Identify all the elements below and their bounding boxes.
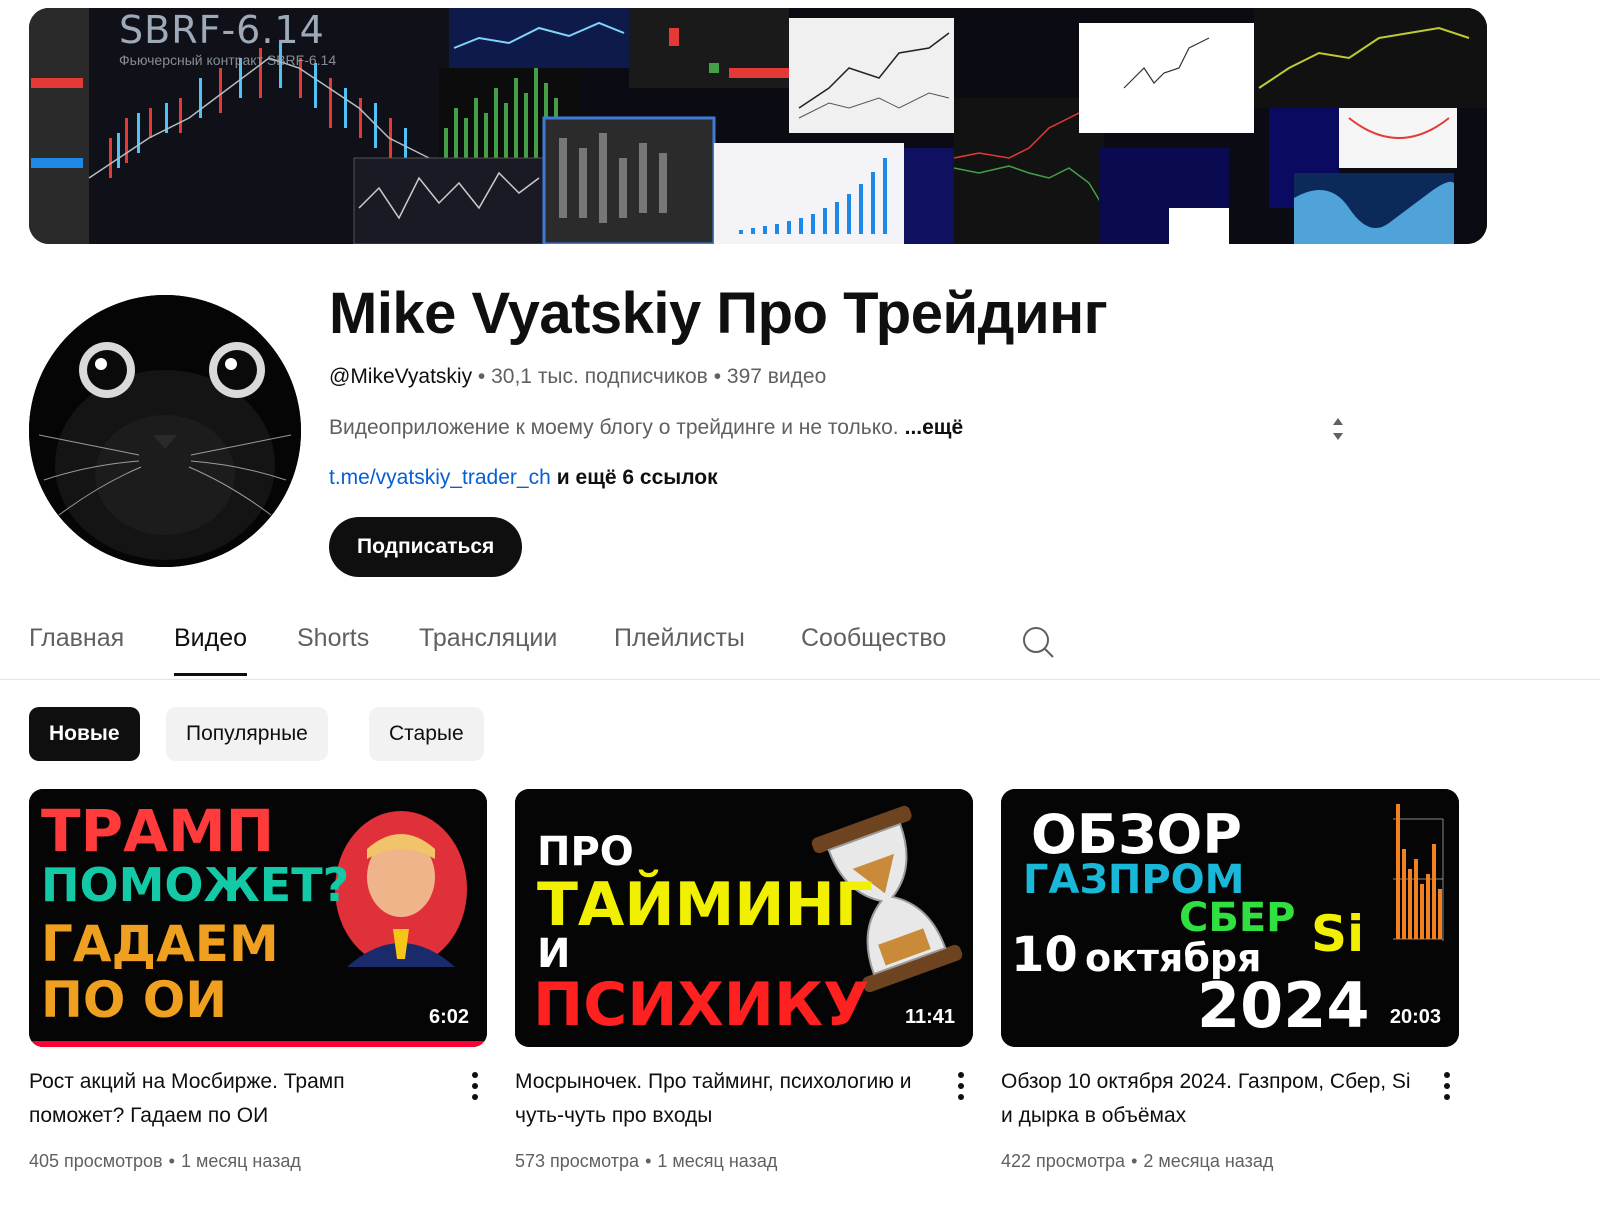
meta-separator: • [168, 1151, 175, 1171]
thumbnail-line2: ПОМОЖЕТ? [41, 858, 349, 912]
video-meta: 422 просмотра • 2 месяца назад [1001, 1151, 1273, 1172]
thumbnail-line4: ПСИХИКУ [533, 970, 869, 1040]
thumbnail-si: Si [1311, 905, 1364, 963]
banner-ticker: SBRF-6.14 [119, 8, 325, 52]
view-count: 405 просмотров [29, 1151, 163, 1171]
thumbnail-line1: ТРАМП [41, 797, 274, 865]
more-links-button[interactable]: и ещё 6 ссылок [557, 466, 718, 489]
video-card[interactable]: ПРО ТАЙМИНГ И ПСИХИКУ 11:41 Мосрыночек. … [515, 789, 975, 1171]
upload-age: 1 месяц назад [180, 1151, 301, 1171]
chip-newest[interactable]: Новые [29, 707, 140, 761]
search-icon[interactable] [1020, 624, 1056, 660]
three-dots-icon[interactable] [957, 1071, 965, 1101]
video-card[interactable]: ОБЗОР ГАЗПРОМ СБЕР Si 10 октября 2024 20… [1001, 789, 1461, 1171]
video-thumbnail[interactable]: ОБЗОР ГАЗПРОМ СБЕР Si 10 октября 2024 20… [1001, 789, 1459, 1047]
video-card[interactable]: ТРАМП ПОМОЖЕТ? ГАДАЕМ ПО ОИ 6:02 Рост ак… [29, 789, 489, 1171]
thumbnail-line3: ГАДАЕМ [41, 915, 279, 973]
chip-popular[interactable]: Популярные [166, 707, 328, 761]
subscriber-count: 30,1 тыс. подписчиков [491, 365, 708, 388]
video-thumbnail[interactable]: ТРАМП ПОМОЖЕТ? ГАДАЕМ ПО ОИ 6:02 [29, 789, 487, 1047]
tab-videos[interactable]: Видео [174, 624, 248, 676]
meta-separator: • [645, 1151, 652, 1171]
subscribe-button[interactable]: Подписаться [329, 517, 523, 577]
meta-separator: • [713, 365, 722, 388]
channel-meta: @MikeVyatskiy • 30,1 тыс. подписчиков • … [329, 363, 826, 391]
tab-live[interactable]: Трансляции [419, 624, 557, 676]
video-title[interactable]: Мосрыночек. Про тайминг, психологию и чу… [515, 1065, 925, 1133]
video-count: 397 видео [726, 365, 827, 388]
video-meta: 573 просмотра • 1 месяц назад [515, 1151, 777, 1172]
chip-oldest[interactable]: Старые [369, 707, 484, 761]
watch-progress-bar [29, 1041, 487, 1047]
view-count: 422 просмотра [1001, 1151, 1126, 1171]
three-dots-icon[interactable] [1443, 1071, 1451, 1101]
tab-playlists[interactable]: Плейлисты [614, 624, 745, 676]
video-title[interactable]: Обзор 10 октября 2024. Газпром, Сбер, Si… [1001, 1065, 1411, 1133]
tab-community[interactable]: Сообщество [801, 624, 946, 676]
thumbnail-year: 2024 [1197, 969, 1370, 1042]
sort-arrows-icon [1333, 418, 1343, 440]
meta-separator: • [477, 365, 486, 388]
thumbnail-line3: СБЕР [1179, 895, 1295, 941]
video-duration: 11:41 [904, 1006, 955, 1028]
upload-age: 1 месяц назад [657, 1151, 778, 1171]
description-text: Видеоприложение к моему блогу о трейдинг… [329, 416, 899, 439]
channel-name: Mike Vyatskiy Про Трейдинг [329, 281, 1108, 346]
three-dots-icon[interactable] [471, 1071, 479, 1101]
description-more-link[interactable]: ...ещё [905, 416, 964, 439]
telegram-link[interactable]: t.me/vyatskiy_trader_ch [329, 466, 551, 489]
thumbnail-line4: ПО ОИ [41, 971, 227, 1029]
banner-subtitle: Фьючерсный контракт SBRF-6.14 [119, 52, 337, 68]
video-thumbnail[interactable]: ПРО ТАЙМИНГ И ПСИХИКУ 11:41 [515, 789, 973, 1047]
channel-description[interactable]: Видеоприложение к моему блогу о трейдинг… [329, 414, 963, 442]
thumbnail-line1: ПРО [537, 829, 634, 875]
upload-age: 2 месяца назад [1143, 1151, 1274, 1171]
video-duration: 6:02 [428, 1006, 469, 1028]
view-count: 573 просмотра [515, 1151, 640, 1171]
channel-tabs: Главная Видео Shorts Трансляции Плейлист… [0, 610, 1600, 680]
channel-avatar[interactable] [29, 295, 301, 567]
channel-handle[interactable]: @MikeVyatskiy [329, 365, 472, 388]
tab-shorts[interactable]: Shorts [297, 624, 369, 676]
video-duration: 20:03 [1389, 1006, 1441, 1028]
video-title[interactable]: Рост акций на Мосбирже. Трамп поможет? Г… [29, 1065, 439, 1133]
channel-links: t.me/vyatskiy_trader_ch и ещё 6 ссылок [329, 464, 718, 492]
thumbnail-art: ТРАМП ПОМОЖЕТ? ГАДАЕМ ПО ОИ [29, 789, 487, 1047]
meta-separator: • [1131, 1151, 1138, 1171]
tab-home[interactable]: Главная [29, 624, 124, 676]
channel-banner: SBRF-6.14 Фьючерсный контракт SBRF-6.14 [29, 8, 1487, 244]
video-meta: 405 просмотров • 1 месяц назад [29, 1151, 301, 1172]
thumbnail-line2: ТАЙМИНГ [537, 868, 873, 940]
thumbnail-day: 10 [1011, 927, 1078, 983]
black-cat-image [29, 295, 301, 567]
